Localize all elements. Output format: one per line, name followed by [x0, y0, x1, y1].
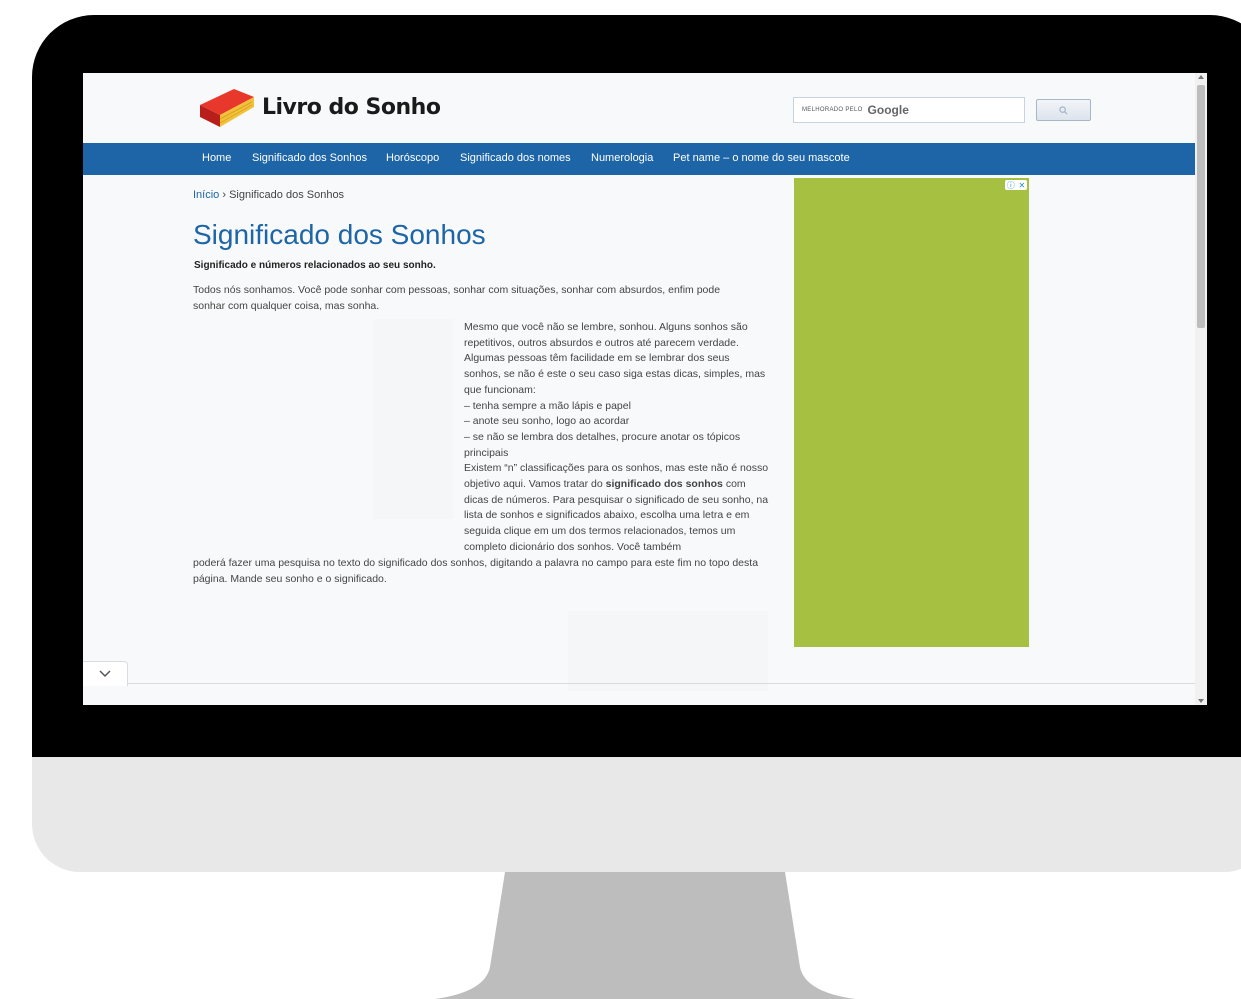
page-subtitle: Significado e números relacionados ao se… — [194, 260, 436, 271]
article-paragraph: Existem “n” classificações para os sonho… — [464, 461, 769, 555]
closing-paragraph: poderá fazer uma pesquisa no texto do si… — [193, 557, 759, 585]
search-powered-label: MELHORADO PELO — [802, 107, 863, 113]
advertisement-panel[interactable]: ⓘ ✕ — [794, 178, 1029, 647]
ad-close-icon[interactable]: ✕ — [1018, 181, 1025, 190]
nav-item-significado-nomes[interactable]: Significado dos nomes — [460, 152, 571, 164]
search-icon — [1059, 105, 1068, 114]
article-column: Mesmo que você não se lembre, sonhou. Al… — [464, 320, 769, 556]
scroll-down-arrow-icon[interactable] — [1198, 699, 1204, 703]
monitor-stand — [435, 872, 855, 999]
scroll-thumb[interactable] — [1197, 85, 1205, 328]
tip-item: – tenha sempre a mão lápis e papel — [464, 399, 631, 412]
book-logo-icon — [200, 89, 254, 127]
tip-item: – anote seu sonho, logo ao acordar — [464, 415, 630, 428]
intro-paragraph: Todos nós sonhamos. Você pode sonhar com… — [193, 284, 721, 312]
scroll-up-arrow-icon[interactable] — [1198, 75, 1204, 79]
site-header: Livro do Sonho MELHORADO PELO Google — [83, 73, 1195, 143]
breadcrumb-home-link[interactable]: Início — [193, 189, 219, 201]
site-name: Livro do Sonho — [262, 94, 441, 120]
breadcrumb: Início › Significado dos Sonhos — [193, 189, 344, 201]
monitor-chin — [32, 757, 1241, 872]
page-title: Significado dos Sonhos — [193, 219, 486, 250]
ad-choices-badge[interactable]: ⓘ ✕ — [1005, 180, 1027, 190]
site-logo[interactable]: Livro do Sonho — [198, 85, 441, 129]
nav-item-home[interactable]: Home — [202, 152, 231, 164]
nav-item-numerologia[interactable]: Numerologia — [591, 152, 653, 164]
vertical-scrollbar[interactable] — [1195, 73, 1207, 705]
nav-item-pet-name[interactable]: Pet name – o nome do seu mascote — [673, 152, 850, 164]
ad-info-icon[interactable]: ⓘ — [1007, 180, 1015, 191]
search-input[interactable]: MELHORADO PELO Google — [793, 97, 1025, 123]
nav-item-horoscopo[interactable]: Horóscopo — [386, 152, 439, 164]
main-nav: Home Significado dos Sonhos Horóscopo Si… — [83, 143, 1195, 175]
tip-item: – se não se lembra dos detalhes, procure… — [464, 430, 741, 459]
breadcrumb-current: Significado dos Sonhos — [229, 189, 345, 201]
collapse-tab[interactable] — [83, 661, 128, 686]
google-brand: Google — [867, 103, 909, 117]
content-placeholder — [568, 611, 768, 691]
breadcrumb-separator: › — [222, 189, 227, 201]
bottom-divider — [127, 683, 1195, 684]
nav-item-significado-sonhos[interactable]: Significado dos Sonhos — [252, 152, 367, 164]
browser-screen: Livro do Sonho MELHORADO PELO Google Hom… — [83, 73, 1207, 705]
article-paragraph: Mesmo que você não se lembre, sonhou. Al… — [464, 321, 766, 396]
chevron-down-icon — [99, 670, 111, 678]
keyword-bold: significado dos sonhos — [605, 478, 723, 491]
image-placeholder — [373, 319, 453, 519]
search-button[interactable] — [1036, 99, 1091, 121]
